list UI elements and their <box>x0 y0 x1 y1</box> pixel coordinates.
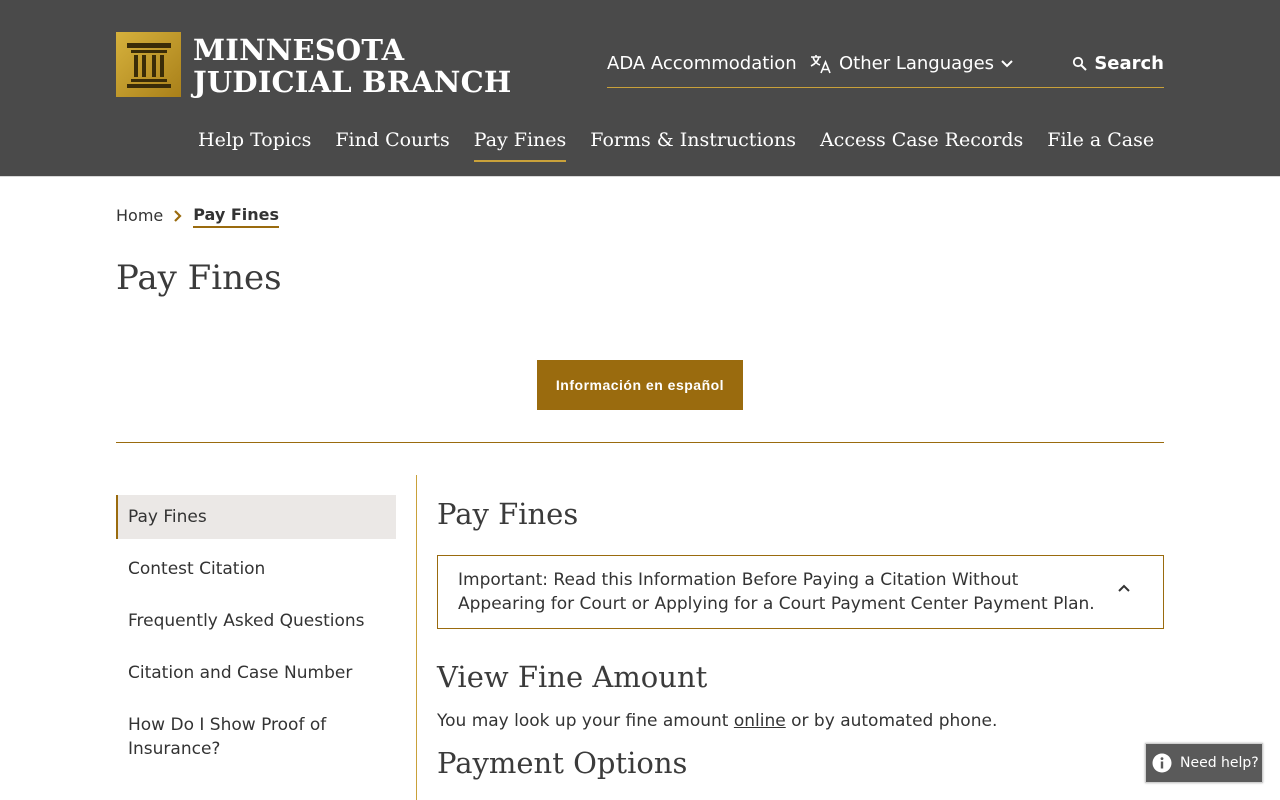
ada-accommodation-link[interactable]: ADA Accommodation <box>607 52 797 76</box>
page-title: Pay Fines <box>116 258 282 298</box>
sidebar-item-faq[interactable]: Frequently Asked Questions <box>116 599 396 643</box>
sidebar-divider <box>416 475 417 800</box>
nav-find-courts[interactable]: Find Courts <box>335 126 449 162</box>
info-icon <box>1152 753 1172 773</box>
site-header: MINNESOTA JUDICIAL BRANCH ADA Accommodat… <box>0 0 1280 177</box>
important-info-accordion[interactable]: Important: Read this Information Before … <box>437 555 1164 629</box>
nav-file-a-case[interactable]: File a Case <box>1047 126 1154 162</box>
logo-line-1: MINNESOTA <box>193 33 405 67</box>
view-text-before: You may look up your fine amount <box>437 711 734 731</box>
site-logo-text[interactable]: MINNESOTA JUDICIAL BRANCH <box>193 34 511 98</box>
spanish-info-button[interactable]: Información en español <box>537 360 743 410</box>
view-fine-text: You may look up your fine amount online … <box>437 709 1164 733</box>
view-fine-heading: View Fine Amount <box>437 660 708 694</box>
main-navigation: Help Topics Find Courts Pay Fines Forms … <box>198 126 1154 162</box>
need-help-button[interactable]: Need help? <box>1145 743 1263 783</box>
need-help-label: Need help? <box>1180 755 1259 771</box>
sidebar-nav: Pay Fines Contest Citation Frequently As… <box>116 495 396 779</box>
search-label: Search <box>1094 53 1164 74</box>
main-content: Pay Fines Important: Read this Informati… <box>437 490 1164 783</box>
search-icon <box>1072 56 1088 72</box>
breadcrumb: Home Pay Fines <box>116 204 280 228</box>
nav-access-case-records[interactable]: Access Case Records <box>820 126 1023 162</box>
section-divider <box>116 442 1164 443</box>
logo-line-2: JUDICIAL BRANCH <box>193 65 512 99</box>
payment-options-heading: Payment Options <box>437 746 688 780</box>
online-lookup-link[interactable]: online <box>734 711 786 731</box>
sidebar-item-citation-case-number[interactable]: Citation and Case Number <box>116 651 396 695</box>
accordion-label: Important: Read this Information Before … <box>458 570 1095 614</box>
sidebar-item-pay-fines[interactable]: Pay Fines <box>116 495 396 539</box>
content-heading: Pay Fines <box>437 497 579 531</box>
view-text-after: or by automated phone. <box>785 711 998 731</box>
chevron-right-icon <box>173 209 183 223</box>
utility-bar: ADA Accommodation Other Languages Search <box>607 48 1164 88</box>
sidebar-item-proof-of-insurance[interactable]: How Do I Show Proof of Insurance? <box>116 703 396 771</box>
courthouse-icon[interactable] <box>116 32 181 97</box>
other-languages-label: Other Languages <box>839 53 995 74</box>
chevron-down-icon <box>1000 59 1014 69</box>
nav-help-topics[interactable]: Help Topics <box>198 126 311 162</box>
breadcrumb-current: Pay Fines <box>193 204 280 228</box>
search-button[interactable]: Search <box>1072 52 1164 76</box>
other-languages-dropdown[interactable]: Other Languages <box>809 52 1014 76</box>
translate-icon <box>809 53 833 75</box>
chevron-up-icon[interactable] <box>1117 583 1131 593</box>
sidebar-item-contest-citation[interactable]: Contest Citation <box>116 547 396 591</box>
breadcrumb-home[interactable]: Home <box>116 204 163 228</box>
nav-forms-instructions[interactable]: Forms & Instructions <box>590 126 796 162</box>
nav-pay-fines[interactable]: Pay Fines <box>473 126 567 162</box>
